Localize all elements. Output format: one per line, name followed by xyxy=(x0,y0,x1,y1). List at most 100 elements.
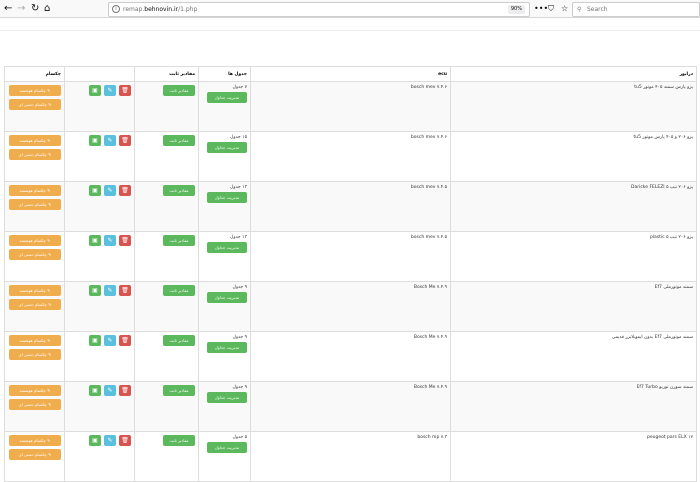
driver-name: پژو ۲۰۶ تیپ ۵ plastic xyxy=(649,235,693,240)
delete-icon[interactable]: 🗑 xyxy=(119,135,131,146)
edit-icon[interactable]: ✎ xyxy=(104,185,116,196)
save-icon[interactable]: ▣ xyxy=(89,85,101,96)
delete-icon[interactable]: 🗑 xyxy=(119,235,131,246)
checksum-cell: ✎ چکسام هوشمند ✎ چکسام دستی ای xyxy=(4,131,65,182)
fixed-values-cell: مقادیر ثابت xyxy=(134,431,199,482)
manage-tables-button[interactable]: مدیریت جداول xyxy=(207,392,247,403)
manual-checksum-button[interactable]: ✎ چکسام دستی ای xyxy=(9,199,61,210)
smart-checksum-button[interactable]: ✎ چکسام هوشمند xyxy=(9,335,61,346)
page-actions-icon[interactable]: ••• xyxy=(534,2,548,15)
save-icon[interactable]: ▣ xyxy=(89,435,101,446)
table-row: پژو ۲۰۶ تیپ ۵ plastic bosch mev ۷.۴.۵ ۱۳… xyxy=(4,231,697,282)
fixed-values-button[interactable]: مقادیر ثابت xyxy=(163,185,195,196)
driver-cell: پژو ۲۰۶ و ۴۰۵ پارس موتور tu5 xyxy=(450,131,697,182)
fixed-values-button[interactable]: مقادیر ثابت xyxy=(163,135,195,146)
manual-checksum-button[interactable]: ✎ چکسام دستی ای xyxy=(9,249,61,260)
manage-tables-button[interactable]: مدیریت جداول xyxy=(207,442,247,453)
tables-cell: ۹ جدول مدیریت جداول xyxy=(198,381,251,432)
manual-checksum-button[interactable]: ✎ چکسام دستی ای xyxy=(9,349,61,360)
manage-tables-button[interactable]: مدیریت جداول xyxy=(207,142,247,153)
fixed-values-button[interactable]: مقادیر ثابت xyxy=(163,335,195,346)
back-icon[interactable]: ← xyxy=(4,2,12,15)
edit-icon[interactable]: ✎ xyxy=(104,385,116,396)
edit-icon[interactable]: ✎ xyxy=(104,85,116,96)
edit-icon[interactable]: ✎ xyxy=(104,135,116,146)
fixed-values-cell: مقادیر ثابت xyxy=(134,331,199,382)
manage-tables-button[interactable]: مدیریت جداول xyxy=(207,242,247,253)
zoom-level[interactable]: 90% xyxy=(507,5,525,14)
fixed-values-button[interactable]: مقادیر ثابت xyxy=(163,235,195,246)
table-row: پژو ۲۰۶ تیپ ۵ Daricke FELEZI bosch mev ۷… xyxy=(4,181,697,232)
browser-toolbar: ← → ↻ ⌂ i remap.behnovin.ir/1.php 90% ••… xyxy=(0,0,700,18)
driver-cell: پژو پارس سمند ۴۰۵ موتور tu5 xyxy=(450,81,697,132)
actions-cell: 🗑✎▣ xyxy=(64,331,135,382)
delete-icon[interactable]: 🗑 xyxy=(119,335,131,346)
manual-checksum-button[interactable]: ✎ چکسام دستی ای xyxy=(9,99,61,110)
manual-checksum-button[interactable]: ✎ چکسام دستی ای xyxy=(9,399,61,410)
smart-checksum-button[interactable]: ✎ چکسام هوشمند xyxy=(9,135,61,146)
save-icon[interactable]: ▣ xyxy=(89,135,101,146)
manual-checksum-button[interactable]: ✎ چکسام دستی ای xyxy=(9,149,61,160)
tables-count: ۱۵ جدول xyxy=(230,135,247,140)
edit-icon[interactable]: ✎ xyxy=(104,235,116,246)
fixed-values-button[interactable]: مقادیر ثابت xyxy=(163,435,195,446)
table-row: peugeot pars ELX ۱۷ bosch mp ۷.۳ ۵ جدول … xyxy=(4,431,697,482)
checksum-cell: ✎ چکسام هوشمند ✎ چکسام دستی ای xyxy=(4,431,65,482)
checksum-cell: ✎ چکسام هوشمند ✎ چکسام دستی ای xyxy=(4,381,65,432)
smart-checksum-button[interactable]: ✎ چکسام هوشمند xyxy=(9,185,61,196)
ecu-cell: Bosch Me ۷.۴.۹ xyxy=(250,281,451,332)
url-bar[interactable]: i remap.behnovin.ir/1.php 90% xyxy=(108,2,530,17)
save-icon[interactable]: ▣ xyxy=(89,185,101,196)
smart-checksum-button[interactable]: ✎ چکسام هوشمند xyxy=(9,435,61,446)
save-icon[interactable]: ▣ xyxy=(89,285,101,296)
ecu-name: bosch mev ۷.۴.۶ xyxy=(410,135,447,140)
driver-name: peugeot pars ELX ۱۷ xyxy=(647,435,693,440)
ecu-cell: Bosch Me ۷.۴.۹ xyxy=(250,331,451,382)
manual-checksum-button[interactable]: ✎ چکسام دستی ای xyxy=(9,299,61,310)
driver-cell: سمند سورن توربو Ef7 Turbo xyxy=(450,381,697,432)
ecu-cell: bosch mev ۷.۴.۶ xyxy=(250,81,451,132)
search-placeholder: Search xyxy=(587,6,608,13)
ecu-name: bosch mev ۷.۴.۵ xyxy=(410,185,447,190)
edit-icon[interactable]: ✎ xyxy=(104,435,116,446)
fixed-values-cell: مقادیر ثابت xyxy=(134,381,199,432)
info-icon[interactable]: i xyxy=(112,5,120,13)
table-row: پژو پارس سمند ۴۰۵ موتور tu5 bosch mev ۷.… xyxy=(4,81,697,132)
separator xyxy=(0,30,700,31)
smart-checksum-button[interactable]: ✎ چکسام هوشمند xyxy=(9,285,61,296)
save-icon[interactable]: ▣ xyxy=(89,335,101,346)
reload-icon[interactable]: ↻ xyxy=(31,2,39,15)
save-icon[interactable]: ▣ xyxy=(89,385,101,396)
delete-icon[interactable]: 🗑 xyxy=(119,85,131,96)
smart-checksum-button[interactable]: ✎ چکسام هوشمند xyxy=(9,85,61,96)
smart-checksum-button[interactable]: ✎ چکسام هوشمند xyxy=(9,385,61,396)
delete-icon[interactable]: 🗑 xyxy=(119,285,131,296)
delete-icon[interactable]: 🗑 xyxy=(119,385,131,396)
manual-checksum-button[interactable]: ✎ چکسام دستی ای xyxy=(9,449,61,460)
save-icon[interactable]: ▣ xyxy=(89,235,101,246)
manage-tables-button[interactable]: مدیریت جداول xyxy=(207,342,247,353)
tables-count: ۷ جدول xyxy=(232,85,247,90)
bookmark-star-icon[interactable]: ☆ xyxy=(561,2,568,15)
forward-icon[interactable]: → xyxy=(17,2,25,15)
fixed-values-button[interactable]: مقادیر ثابت xyxy=(163,285,195,296)
search-box[interactable]: ⚲ Search xyxy=(572,2,700,17)
fixed-values-button[interactable]: مقادیر ثابت xyxy=(163,385,195,396)
manage-tables-button[interactable]: مدیریت جداول xyxy=(207,292,247,303)
ecu-name: bosch mp ۷.۳ xyxy=(417,435,447,440)
tables-count: ۱۳ جدول xyxy=(230,185,247,190)
delete-icon[interactable]: 🗑 xyxy=(119,185,131,196)
fixed-values-button[interactable]: مقادیر ثابت xyxy=(163,85,195,96)
manage-tables-button[interactable]: مدیریت جداول xyxy=(207,92,247,103)
manage-tables-button[interactable]: مدیریت جداول xyxy=(207,192,247,203)
edit-icon[interactable]: ✎ xyxy=(104,335,116,346)
driver-cell: پژو ۲۰۶ تیپ ۵ Daricke FELEZI xyxy=(450,181,697,232)
pocket-icon[interactable]: ⛉ xyxy=(548,2,554,15)
ecu-name: Bosch Me ۷.۴.۹ xyxy=(413,335,447,340)
home-icon[interactable]: ⌂ xyxy=(44,2,50,15)
ecu-name: bosch mev ۷.۴.۵ xyxy=(410,235,447,240)
delete-icon[interactable]: 🗑 xyxy=(119,435,131,446)
edit-icon[interactable]: ✎ xyxy=(104,285,116,296)
table-row: سمند سورن توربو Ef7 Turbo Bosch Me ۷.۴.۹… xyxy=(4,381,697,432)
smart-checksum-button[interactable]: ✎ چکسام هوشمند xyxy=(9,235,61,246)
